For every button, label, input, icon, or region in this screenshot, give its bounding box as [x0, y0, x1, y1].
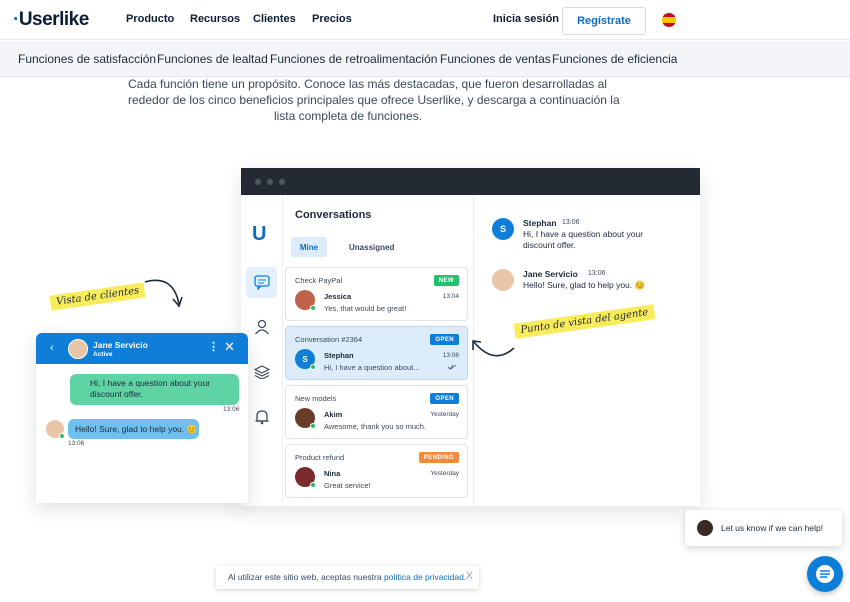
close-cookie-button[interactable]: X: [466, 570, 473, 582]
window-dot-icon: [255, 179, 261, 185]
subnav-satisfaccion[interactable]: Funciones de satisfacción: [18, 52, 156, 66]
feature-subnav: Funciones de satisfacción Funciones de l…: [0, 41, 850, 77]
avatar: S: [492, 218, 514, 240]
avatar: [295, 290, 316, 311]
message-author: Jane Servicio: [523, 269, 578, 279]
conversations-title: Conversations: [295, 209, 372, 221]
cookie-notice: Al utilizar este sitio web, aceptas nues…: [216, 566, 479, 589]
more-options-icon[interactable]: ⋮: [208, 340, 219, 353]
spain-flag-icon[interactable]: [662, 13, 676, 27]
conversation-card[interactable]: Product refund PENDING Nina Yesterday Gr…: [285, 444, 468, 498]
message-text: Hello! Sure, glad to help you. 😊: [523, 280, 646, 290]
subnav-ventas[interactable]: Funciones de ventas: [440, 52, 551, 66]
intro-line: rededor de los cinco beneficios principa…: [128, 93, 620, 107]
online-indicator: [310, 423, 316, 429]
agent-avatar: [46, 420, 65, 439]
chat-icon[interactable]: [254, 275, 270, 290]
avatar: S: [295, 349, 316, 370]
message-time: 13:06: [223, 406, 240, 413]
contact-name: Jessica: [324, 292, 352, 301]
conversation-time: Yesterday: [430, 411, 459, 418]
conversation-preview: Hi, I have a question about...: [324, 363, 420, 372]
client-view-label: Vista de clientes: [49, 282, 147, 311]
conversation-subject: Conversation #2364: [295, 335, 363, 344]
conversation-card[interactable]: New models OPEN Akim Yesterday Awesome, …: [285, 385, 468, 439]
nav-clientes[interactable]: Clientes: [253, 13, 296, 25]
conversation-card-selected[interactable]: Conversation #2364 OPEN S Stephan 13:06 …: [285, 326, 468, 380]
message-time: 13:06: [68, 440, 85, 447]
agent-avatar: [697, 520, 713, 536]
cookie-text: Al utilizar este sitio web, aceptas nues…: [228, 572, 382, 582]
top-navigation: ·Userlike Producto Recursos Clientes Pre…: [0, 0, 850, 40]
conversation-subject: New models: [295, 394, 337, 403]
agent-status: Active: [93, 351, 113, 358]
conversation-subject: Product refund: [295, 453, 345, 462]
login-link[interactable]: Inicia sesión: [493, 13, 559, 25]
status-badge: NEW: [433, 275, 459, 286]
bell-icon[interactable]: [254, 409, 270, 425]
intro-line: lista completa de funciones.: [273, 109, 423, 123]
window-dot-icon: [267, 179, 273, 185]
subnav-lealtad[interactable]: Funciones de lealtad: [157, 52, 268, 66]
customer-chat-widget: ‹ Jane Servicio Active ⋮ ✕ Hi, I have a …: [36, 333, 248, 503]
nav-precios[interactable]: Precios: [312, 13, 352, 25]
conversation-time: 13:04: [442, 293, 459, 300]
signup-button[interactable]: Regístrate: [562, 7, 646, 35]
conversation-preview: Great service!: [324, 481, 371, 490]
agent-name: Jane Servicio: [93, 340, 148, 350]
conversation-time: 13:06: [442, 352, 459, 359]
status-badge: OPEN: [430, 334, 459, 345]
widget-header: ‹ Jane Servicio Active ⋮ ✕: [36, 333, 248, 364]
message-time: 13:06: [562, 219, 580, 226]
intro-paragraph: Cada función tiene un propósito. Conoce …: [128, 76, 620, 124]
intro-line: Cada función tiene un propósito. Conoce …: [128, 77, 607, 91]
avatar: [295, 408, 316, 429]
agent-avatar: [68, 339, 88, 359]
message-text: Hi, I have a question about your discoun…: [523, 229, 644, 250]
subnav-retroalimentacion[interactable]: Funciones de retroalimentación: [270, 52, 437, 66]
incoming-message: Hello! Sure, glad to help you. 😊: [68, 419, 199, 439]
window-titlebar: [241, 168, 700, 195]
agent-avatar: [492, 269, 514, 291]
chat-bubble-icon: [816, 565, 834, 583]
back-icon[interactable]: ‹: [50, 342, 54, 354]
arrow-icon: [144, 279, 183, 308]
online-indicator: [310, 364, 316, 370]
online-indicator: [310, 482, 316, 488]
privacy-policy-link[interactable]: política de privacidad.: [384, 572, 466, 582]
contact-name: Akim: [324, 410, 343, 419]
message-time: 13:06: [588, 270, 606, 277]
window-dot-icon: [279, 179, 285, 185]
subnav-eficiencia[interactable]: Funciones de eficiencia: [552, 52, 677, 66]
user-icon[interactable]: [254, 319, 270, 335]
avatar: [295, 467, 316, 488]
message-author: Stephan: [523, 218, 557, 228]
chat-launcher-button[interactable]: [807, 556, 843, 592]
conversation-time: Yesterday: [430, 470, 459, 477]
help-prompt[interactable]: Let us know if we can help!: [685, 510, 842, 546]
contact-name: Stephan: [324, 351, 354, 360]
status-badge: OPEN: [430, 393, 459, 404]
contact-name: Nina: [324, 469, 341, 478]
read-check-icon: [447, 364, 457, 370]
tab-unassigned[interactable]: Unassigned: [349, 243, 394, 252]
tab-mine[interactable]: Mine: [291, 237, 327, 257]
close-icon[interactable]: ✕: [224, 339, 235, 355]
online-indicator: [310, 305, 316, 311]
conversation-list: Conversations Mine Unassigned Check PayP…: [283, 195, 474, 506]
conversation-preview: Awesome, thank you so much.: [324, 422, 426, 431]
help-prompt-text: Let us know if we can help!: [721, 523, 824, 533]
avatar-initial: S: [302, 354, 308, 364]
conversation-preview: Yes, that would be great!: [324, 304, 407, 313]
userlike-logo[interactable]: ·Userlike: [13, 9, 89, 31]
layers-icon[interactable]: [254, 365, 270, 379]
userlike-u-icon: U: [252, 223, 267, 245]
status-badge: PENDING: [418, 452, 459, 463]
arrow-icon: [472, 340, 515, 357]
nav-producto[interactable]: Producto: [126, 13, 174, 25]
nav-recursos[interactable]: Recursos: [190, 13, 240, 25]
conversation-card[interactable]: Check PayPal NEW Jessica 13:04 Yes, that…: [285, 267, 468, 321]
conversation-subject: Check PayPal: [295, 276, 343, 285]
outgoing-message: Hi, I have a question about your discoun…: [70, 374, 239, 405]
